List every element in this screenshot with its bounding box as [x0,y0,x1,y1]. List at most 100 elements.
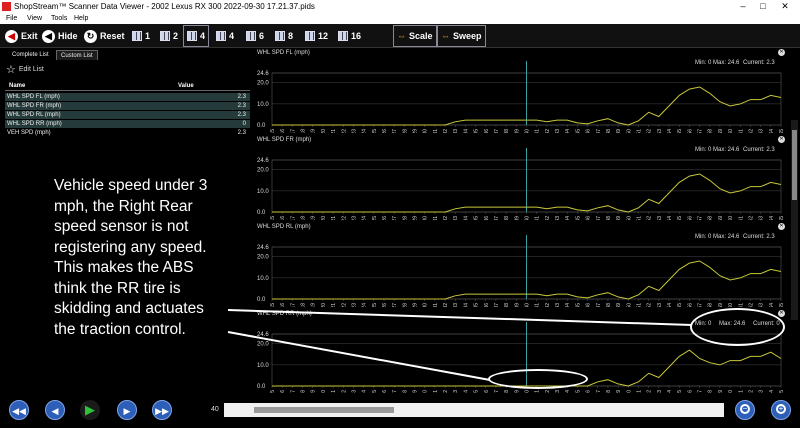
list-item[interactable]: WHL SPD RR (mph) 0 [5,120,250,128]
graph-panel-fr[interactable]: WHL SPD FR (mph) ✕ Min: 0 Max: 24.6 Curr… [255,135,787,220]
x-tick-label: 52 [647,129,653,133]
x-tick-label: 63 [759,303,765,307]
y-tick-label: 10.0 [257,276,269,282]
step-forward-button[interactable]: ▶ [117,400,137,420]
grid-label: 4 [200,31,206,41]
x-tick-label: 30 [423,216,429,220]
grid-12-button[interactable]: 12 [302,26,331,46]
grid-4-button[interactable]: 4 [182,25,210,47]
item-name: WHL SPD RL (mph) [7,112,61,118]
exit-button[interactable]: ◀ Exit [2,26,41,46]
grid-icon [275,31,285,41]
x-tick-label: 60 [728,216,734,220]
grid-2-button[interactable]: 2 [157,26,181,46]
zoom-in-button[interactable]: + [771,400,791,420]
x-tick-label: 50 [626,216,632,220]
graph-panel-fl[interactable]: WHL SPD FL (mph) ✕ Min: 0 Max: 24.6 Curr… [255,48,787,133]
grid-icon [338,31,348,41]
x-tick-label: 38 [504,129,510,133]
x-tick-label: 17 [290,303,296,307]
window-title: ShopStream™ Scanner Data Viewer - 2002 L… [14,2,315,11]
x-tick-label: 45 [575,216,581,220]
close-icon[interactable]: ✕ [776,0,794,13]
grid-label: 4 [229,31,235,41]
x-tick-label: 20 [321,216,327,220]
x-tick-label: 49 [616,216,622,220]
menu-file[interactable]: File [6,13,17,24]
x-tick-label: 39 [514,303,520,307]
x-tick-label: 48 [606,216,612,220]
zoom-out-button[interactable]: − [735,400,755,420]
x-tick-label: 32 [443,216,449,220]
scrollbar-thumb[interactable] [792,130,797,200]
x-tick-label: 23 [351,303,357,307]
x-tick-label: 65 [779,129,785,133]
menu-tools[interactable]: Tools [51,13,67,24]
x-tick-label: 30 [423,129,429,133]
x-tick-label: 45 [575,129,581,133]
x-tick-label: 65 [779,216,785,220]
horizontal-scrollbar[interactable] [224,403,724,417]
item-value: 2.3 [237,112,246,118]
edit-list-button[interactable]: ☆ Edit List [6,63,44,76]
menu-bar: File View Tools Help [0,13,800,24]
x-tick-label: 52 [647,216,653,220]
scale-button[interactable]: ⇔ Scale [393,25,437,47]
x-tick-label: 55 [677,216,683,220]
scrollbar-thumb[interactable] [254,407,394,413]
minimize-icon[interactable]: – [734,0,752,13]
grid-6-button[interactable]: 6 [243,26,267,46]
x-tick-label: 51 [636,216,642,220]
x-tick-label: 53 [657,303,663,307]
x-tick-label: 23 [351,129,357,133]
grid-icon [216,31,226,41]
sweep-button[interactable]: ⇔ Sweep [437,25,486,47]
x-tick-label: 18 [301,216,307,220]
x-tick-label: 62 [748,129,754,133]
x-tick-label: 16 [280,216,286,220]
x-tick-label: 54 [667,129,673,133]
list-item[interactable]: WHL SPD RL (mph) 2.3 [5,111,250,119]
x-tick-label: 30 [423,303,429,307]
x-tick-label: 45 [575,303,581,307]
sweep-icon: ⇔ [441,31,450,41]
grid-8-button[interactable]: 8 [272,26,296,46]
maximize-icon[interactable]: □ [754,0,772,13]
list-item[interactable]: WHL SPD FL (mph) 2.3 [5,93,250,101]
step-back-button[interactable]: ◀ [45,400,65,420]
x-tick-label: 22 [341,303,347,307]
menu-help[interactable]: Help [74,13,88,24]
x-tick-label: 16 [280,303,286,307]
menu-view[interactable]: View [27,13,42,24]
x-tick-label: 36 [484,303,490,307]
x-tick-label: 61 [738,129,744,133]
column-header-value: Value [178,83,194,89]
reset-button[interactable]: ↻ Reset [81,26,128,46]
grid-1-button[interactable]: 1 [129,26,153,46]
x-tick-label: 33 [453,303,459,307]
frame-position: 40 [211,406,219,413]
x-tick-label: 47 [596,129,602,133]
tab-custom-list[interactable]: Custom List [56,50,98,60]
hide-button[interactable]: ◀ Hide [39,26,81,46]
x-tick-label: 63 [759,216,765,220]
list-item[interactable]: WHL SPD FR (mph) 2.3 [5,102,250,110]
x-tick-label: 22 [341,216,347,220]
play-button[interactable]: ▶ [80,400,100,420]
tab-complete-list[interactable]: Complete List [8,50,53,60]
y-tick-label: 0.0 [257,384,266,390]
x-tick-label: 55 [677,303,683,307]
skip-back-button[interactable]: ◀◀ [9,400,29,420]
vertical-scrollbar[interactable] [791,120,798,320]
x-tick-label: 62 [748,216,754,220]
x-tick-label: 26 [382,129,388,133]
x-tick-label: 58 [708,129,714,133]
grid-4-alt-button[interactable]: 4 [213,26,237,46]
list-item[interactable]: VEH SPD (mph) 2.3 [5,129,250,137]
skip-forward-button[interactable]: ▶▶ [152,400,172,420]
y-tick-label: 20.0 [257,81,269,87]
edit-list-label: Edit List [18,66,44,73]
grid-16-button[interactable]: 16 [335,26,364,46]
graph-panel-rl[interactable]: WHL SPD RL (mph) ✕ Min: 0 Max: 24.6 Curr… [255,222,787,307]
x-tick-label: 37 [494,129,500,133]
